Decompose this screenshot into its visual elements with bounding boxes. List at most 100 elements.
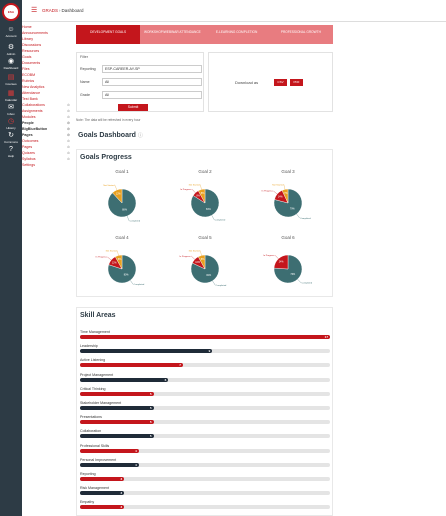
skill-bar-value: 17 (324, 335, 328, 339)
global-nav-label: Dashboard (3, 66, 19, 70)
skill-bar-value: 4 (135, 448, 137, 453)
download-label: Download as (235, 80, 259, 85)
skill-bar-value: 9 (208, 349, 211, 354)
global-nav-item[interactable]: ◉ Dashboard (0, 58, 22, 70)
header: ☰ GRADS›Dashboard (22, 0, 446, 22)
global-nav-item[interactable]: ↻ Commons (0, 132, 22, 144)
pie-slice-label: Completed (134, 283, 145, 286)
global-nav-item[interactable]: ? Help (0, 146, 22, 158)
skill-bar[interactable]: 3 (80, 491, 125, 496)
global-nav-item[interactable]: ▦ Calendar (0, 90, 22, 102)
course-nav-label: Attendance (22, 91, 41, 95)
skill-bar-track: 3 (80, 491, 330, 496)
skill-label: Risk Management (80, 486, 109, 491)
breadcrumb-separator: › (59, 8, 61, 13)
global-nav-item[interactable]: ◷ History (0, 118, 22, 130)
pie-label-leader (283, 184, 286, 190)
clock-icon: ◷ (7, 118, 15, 125)
course-nav-label: Discussions (22, 43, 42, 47)
tab-1[interactable]: DEVELOPMENT GOALS (76, 25, 141, 44)
skill-label: Leadership (80, 344, 98, 349)
course-nav-label: Modules (22, 115, 36, 119)
breadcrumb-course[interactable]: GRADS (42, 8, 58, 13)
filter-title: Filter (80, 55, 88, 59)
submit-button[interactable]: Submit (118, 104, 148, 111)
course-nav: Home Announcements Library Discussions Resou… (22, 24, 70, 168)
global-nav-label: Inbox (7, 112, 15, 116)
skill-label: Presentations (80, 415, 102, 420)
csv-button[interactable]: CSV (274, 79, 287, 86)
skill-bar[interactable]: 4 (80, 448, 139, 453)
skill-bar[interactable]: 3 (80, 477, 125, 481)
skill-bar-value: 5 (149, 406, 152, 410)
skill-bar-track: 4 (80, 462, 330, 467)
skill-label: Stakeholder Management (80, 401, 122, 405)
global-nav-item[interactable]: ☺ Account (0, 26, 22, 38)
goal-pie-chart: Goal 4 80% Completed 12% In Progress 8% Not St… (82, 235, 162, 295)
tab-3[interactable]: E-LEARNING COMPLETION (204, 25, 269, 44)
tab-2[interactable]: WORKSHOP/WEBINAR ATTENDANCE (140, 25, 205, 44)
pie-label-leader (107, 256, 112, 261)
global-nav: ESA ☺ Account ⚙ Admin ◉ Dashboard ▤ Courses ▦ Cal… (0, 0, 22, 516)
course-nav-label: Assignments (22, 109, 43, 113)
course-nav-label: Documents (22, 61, 41, 65)
skill-bar-value: 6 (164, 377, 167, 382)
goal-pie-chart: Goal 2 84% Completed 8% In Progress 8% Not Sta… (165, 169, 245, 229)
name-select[interactable]: All (102, 78, 202, 86)
skill-bar[interactable]: 6 (80, 377, 169, 382)
tab-4[interactable]: PROFESSIONAL GROWTH (268, 25, 333, 44)
global-nav-item[interactable]: ⚙ Admin (0, 44, 22, 56)
skill-bar-value: 4 (135, 462, 137, 467)
pie-label-leader (297, 279, 302, 283)
skill-bar[interactable]: 5 (80, 420, 154, 425)
course-nav-label: Quizzes (22, 151, 35, 155)
page-title-text: Goals Dashboard (78, 132, 136, 139)
skill-bar[interactable]: 5 (80, 391, 154, 396)
skill-areas-title: Skill Areas (80, 312, 116, 319)
info-icon[interactable]: ⓘ (138, 133, 143, 139)
course-nav-label: Goals (22, 55, 32, 59)
skill-label: Professional Skills (80, 443, 110, 448)
goals-progress-title: Goals Progress (80, 154, 132, 161)
hamburger-icon[interactable]: ☰ (31, 7, 37, 14)
skill-bar[interactable]: 9 (80, 349, 213, 354)
skill-bar-value: 3 (120, 505, 123, 510)
pie-slice-label: In Progress (262, 190, 274, 193)
skill-bar[interactable]: 5 (80, 434, 154, 439)
pie-svg: 82%Completed10%In Progress8%Not Started (179, 249, 227, 286)
pie-label-leader (191, 189, 196, 193)
inbox-icon: ✉ (8, 104, 14, 111)
logo-text: ESA (7, 10, 15, 14)
course-nav-label: People (22, 121, 34, 125)
skill-bar[interactable]: 3 (80, 505, 125, 510)
skill-bar-track: 9 (80, 349, 330, 354)
skill-bar[interactable]: 7 (80, 363, 183, 368)
pie-slice-label: In Progress (179, 255, 191, 258)
global-nav-item[interactable]: ▤ Courses (0, 74, 22, 86)
refresh-note: Note: The data will be refreshed in ever… (76, 118, 141, 122)
dashboard-tabs: DEVELOPMENT GOALS WORKSHOP/WEBINAR ATTEND… (76, 25, 333, 44)
global-nav-label: Courses (5, 82, 17, 86)
global-nav-item[interactable]: ✉ Inbox (0, 104, 22, 116)
skill-bar-value: 5 (149, 434, 152, 439)
grade-select[interactable]: All (102, 91, 202, 99)
course-nav-item[interactable]: Settings (22, 162, 70, 168)
pie-label-leader (274, 255, 279, 259)
logo[interactable]: ESA (2, 3, 20, 21)
skill-bar[interactable]: 17 (80, 335, 330, 339)
pie-slice-label: In Progress (180, 188, 192, 191)
pie-slice-label: Completed (302, 282, 313, 285)
pdf-button[interactable]: PDF (290, 79, 303, 86)
skill-bar[interactable]: 4 (80, 462, 139, 467)
global-nav-label: History (6, 126, 16, 130)
pie-label-leader (191, 255, 195, 260)
pie-label-leader (273, 190, 278, 195)
skill-bar-track: 5 (80, 406, 330, 410)
filter-row-reporting: Reporting ESP-CAREER-AY-SP (80, 65, 202, 73)
filter-row-name: Name All (80, 78, 202, 86)
global-nav-label: Admin (6, 52, 16, 56)
reporting-select[interactable]: ESP-CAREER-AY-SP (102, 65, 202, 73)
global-nav-label: Help (7, 154, 15, 158)
skill-bar-value: 7 (179, 363, 181, 368)
skill-bar[interactable]: 5 (80, 406, 154, 410)
